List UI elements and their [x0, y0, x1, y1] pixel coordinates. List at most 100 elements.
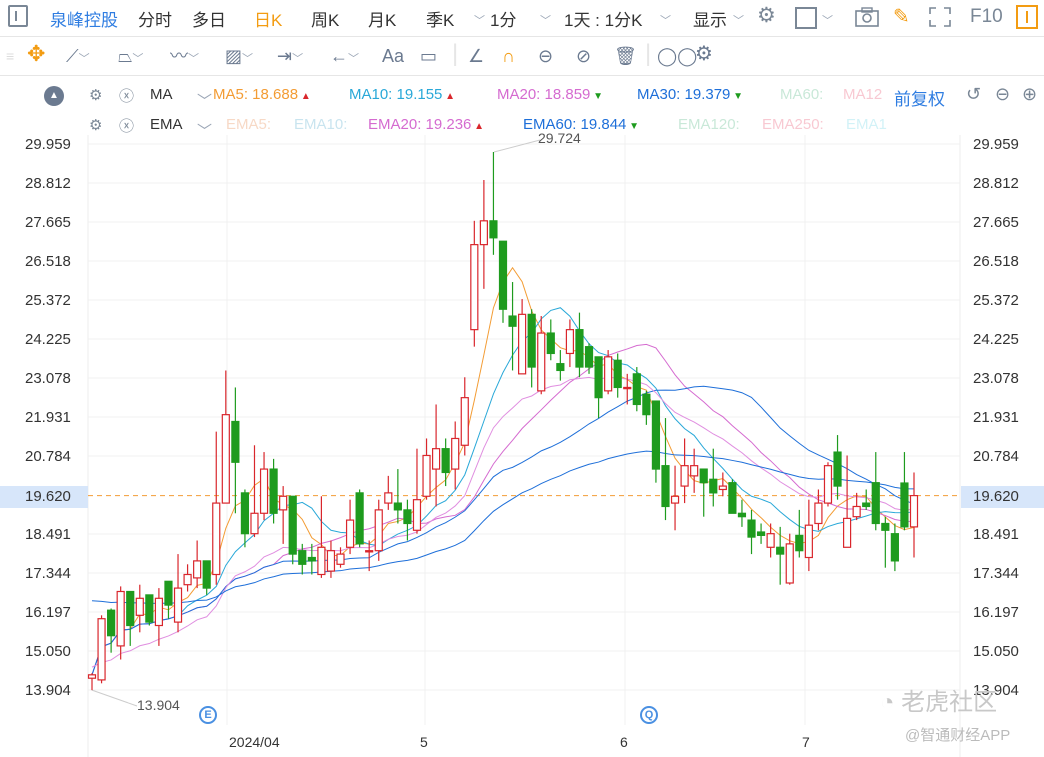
lock-drawings-icon[interactable]: ⊖ — [538, 46, 553, 66]
zoom-in-icon[interactable]: ⊕ — [1022, 84, 1037, 105]
ma-settings-icon[interactable]: ⚙ — [89, 86, 102, 104]
y-axis-label: 23.078 — [973, 370, 1019, 387]
candle-body — [441, 448, 450, 474]
y-axis-label: 20.784 — [25, 448, 71, 465]
earnings-event-marker[interactable]: E — [199, 706, 217, 724]
tab-intraday[interactable]: 分时 — [138, 6, 172, 31]
zoom-out-icon[interactable]: ⊖ — [995, 84, 1010, 105]
chevron-down-icon[interactable]: ﹀ — [197, 90, 212, 111]
candle-body — [890, 533, 899, 562]
range-select[interactable]: 1天 : 1分K — [564, 6, 642, 31]
angle-icon[interactable]: ∠ — [468, 46, 484, 66]
chevron-down-icon[interactable]: ﹀ — [474, 12, 485, 28]
hide-drawings-icon[interactable]: ⊘ — [576, 46, 591, 66]
settings-icon[interactable]: ⚙ — [695, 44, 713, 64]
tab-quarterly-k[interactable]: 季K — [426, 6, 454, 31]
layout-icon[interactable] — [795, 7, 817, 29]
candle-body — [451, 437, 460, 470]
ema-settings-icon[interactable]: ⚙ — [89, 116, 102, 134]
chevron-down-icon[interactable]: ﹀ — [733, 12, 744, 28]
indicator-label: EMA250: — [762, 116, 824, 133]
candle-body — [690, 465, 699, 477]
interval-select[interactable]: 1分 — [490, 6, 516, 31]
candle — [871, 452, 880, 531]
candle — [680, 438, 689, 504]
ema-indicator-name[interactable]: EMA — [150, 116, 183, 133]
grid-lines — [87, 135, 961, 757]
candle — [126, 590, 135, 646]
pencil-icon[interactable]: ✎ — [893, 4, 910, 29]
candlestick-chart[interactable] — [0, 0, 1044, 757]
indicator-value: EMA10: — [294, 116, 347, 133]
candle-body — [613, 359, 622, 389]
current-price-label: 19.620 — [0, 485, 88, 508]
polygon-tool-icon[interactable]: ⏢﹀ — [118, 46, 143, 69]
candle — [833, 435, 842, 500]
line-tool-icon[interactable]: ⟋﹀ — [66, 46, 90, 69]
sidebar-toggle-icon[interactable] — [8, 5, 28, 27]
comment-icon[interactable]: ▭ — [420, 46, 437, 66]
ema-close-icon[interactable]: ⓧ — [119, 115, 134, 136]
y-axis-label: 25.372 — [25, 291, 71, 309]
tab-weekly-k[interactable]: 周K — [311, 6, 339, 31]
candle-body — [250, 512, 259, 535]
candle-body — [336, 553, 345, 565]
qa-event-marker[interactable]: Q — [640, 706, 658, 724]
wave-tool-icon[interactable]: 〰﹀ — [170, 46, 199, 69]
candle — [489, 151, 498, 255]
chevron-down-icon[interactable]: ﹀ — [540, 12, 551, 28]
ma-close-icon[interactable]: ⓧ — [119, 85, 134, 106]
candle-body — [183, 573, 192, 586]
chevron-down-icon[interactable]: ﹀ — [197, 120, 212, 141]
candle-body — [852, 505, 861, 518]
panel-toggle-icon[interactable] — [1016, 5, 1038, 29]
candle — [776, 526, 785, 585]
candle-body — [479, 220, 488, 246]
compare-icon[interactable]: ◯◯ — [657, 46, 697, 66]
camera-icon[interactable] — [854, 6, 880, 33]
candle — [900, 452, 909, 531]
candle — [250, 445, 259, 538]
candle — [479, 180, 488, 289]
candle-body — [881, 522, 890, 531]
min-price-label: 13.904 — [137, 697, 180, 713]
undo-icon[interactable]: ↺ — [966, 84, 981, 105]
candle-body — [154, 597, 164, 627]
tab-daily-k[interactable]: 日K — [254, 6, 282, 31]
top-toolbar: 泉峰控股 分时 多日 日K 周K 月K 季K ﹀ 1分 ﹀ 1天 : 1分K ﹀… — [0, 0, 1044, 37]
tab-multiday[interactable]: 多日 — [192, 6, 226, 31]
candle-body — [164, 580, 173, 606]
tab-monthly-k[interactable]: 月K — [368, 6, 396, 31]
magnet-icon[interactable]: ∩ — [502, 46, 515, 66]
candle-body — [116, 590, 125, 647]
chevron-down-icon[interactable]: ﹀ — [822, 12, 833, 28]
fullscreen-icon[interactable] — [928, 6, 952, 33]
candle-body — [584, 346, 594, 368]
stock-name[interactable]: 泉峰控股 — [50, 6, 118, 31]
chevron-down-icon[interactable]: ﹀ — [660, 12, 671, 28]
trash-icon[interactable]: 🗑 — [614, 46, 637, 66]
candle-body — [135, 597, 144, 616]
candle-body — [604, 356, 613, 392]
display-menu[interactable]: 显示 — [693, 6, 727, 31]
candle-body — [804, 524, 813, 559]
y-axis-label: 18.491 — [973, 525, 1019, 543]
settings-icon[interactable]: ⚙ — [757, 3, 776, 28]
candle — [202, 560, 211, 595]
y-axis-label: 23.078 — [25, 370, 71, 387]
f10-button[interactable]: F10 — [970, 6, 1003, 28]
ma-indicator-name[interactable]: MA — [150, 86, 173, 103]
adjust-mode[interactable]: 前复权 — [894, 85, 945, 110]
collapse-indicators-icon[interactable]: ▲ — [44, 86, 64, 106]
candle-body — [594, 356, 603, 399]
fib-tool-icon[interactable]: ▨﹀ — [225, 46, 253, 69]
candle-body — [823, 465, 833, 504]
divider: | — [452, 40, 459, 67]
move-icon[interactable]: ✥ — [27, 43, 45, 65]
text-tool-button[interactable]: Aa — [382, 46, 404, 66]
drag-handle-icon[interactable]: ≡ — [6, 46, 14, 66]
candle-body — [670, 495, 680, 504]
candle-body — [326, 550, 336, 572]
measure-tool-icon[interactable]: ⇥﹀ — [277, 46, 303, 69]
arrow-tool-icon[interactable]: ←﹀ — [330, 46, 359, 69]
